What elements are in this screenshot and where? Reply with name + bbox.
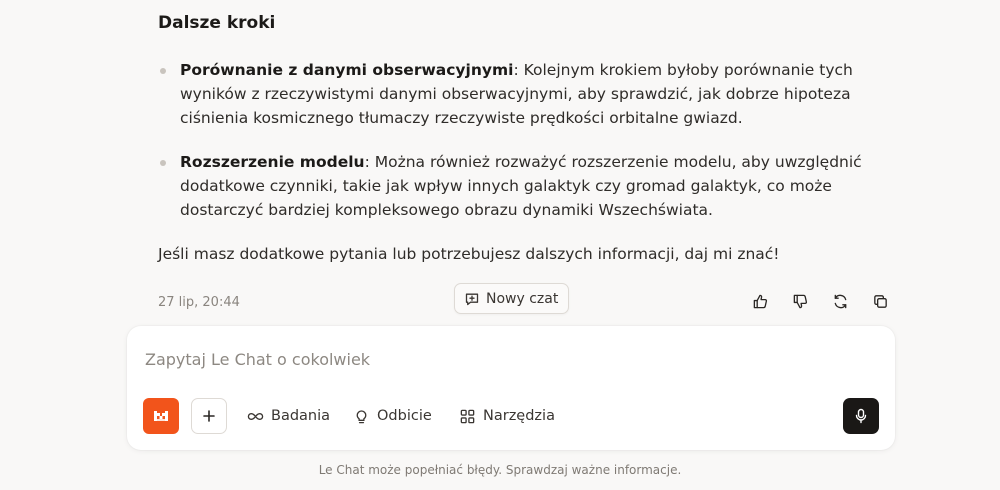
copy-button[interactable] [870, 291, 890, 311]
chat-input[interactable] [145, 346, 865, 372]
bullet-dot [160, 68, 166, 74]
bullet-title: Rozszerzenie modelu [180, 153, 365, 171]
tools-menu-button[interactable]: Narzędzia [459, 398, 555, 434]
tools-label: Narzędzia [483, 408, 555, 424]
mistral-logo-icon [154, 411, 168, 421]
add-attachment-button[interactable] [191, 398, 227, 434]
thumbs-down-button[interactable] [790, 291, 810, 311]
thumbs-up-icon [753, 294, 767, 308]
section-heading: Dalsze kroki [158, 13, 276, 33]
composer-toolbar: Badania Odbicie Narzędzia [143, 398, 879, 434]
grid-icon [460, 409, 475, 423]
chat-page: Dalsze kroki Porównanie z danymi obserwa… [0, 0, 1000, 490]
list-item: Porównanie z danymi obserwacyjnymi: Kole… [158, 58, 888, 130]
thumbs-up-button[interactable] [750, 291, 770, 311]
microphone-icon [855, 408, 867, 424]
thumbs-down-icon [793, 294, 807, 308]
le-chat-logo-button[interactable] [143, 398, 179, 434]
message-timestamp: 27 lip, 20:44 [158, 295, 240, 310]
new-chat-label: Nowy czat [486, 290, 559, 307]
regenerate-icon [834, 294, 846, 308]
research-label: Badania [271, 408, 331, 424]
closing-paragraph: Jeśli masz dodatkowe pytania lub potrzeb… [158, 245, 780, 263]
composer: Badania Odbicie Narzędzia [127, 326, 895, 450]
bullet-dot [160, 160, 166, 166]
lightbulb-icon [356, 409, 367, 423]
bullet-list: Porównanie z danymi obserwacyjnymi: Kole… [158, 58, 888, 222]
disclaimer-text: Le Chat może popełniać błędy. Sprawdzaj … [318, 463, 682, 477]
voice-input-button[interactable] [843, 398, 879, 434]
list-item: Rozszerzenie modelu: Można również rozwa… [158, 150, 888, 222]
copy-icon [873, 294, 887, 308]
message-actions [750, 291, 890, 311]
plus-icon [203, 410, 215, 422]
research-tool-button[interactable]: Badania [247, 398, 330, 434]
reflection-tool-button[interactable]: Odbicie [353, 398, 432, 434]
reflection-label: Odbicie [377, 408, 432, 424]
infinity-icon [247, 412, 264, 420]
regenerate-button[interactable] [830, 291, 850, 311]
new-chat-button[interactable]: Nowy czat [454, 283, 570, 314]
bullet-title: Porównanie z danymi obserwacyjnymi [180, 61, 514, 79]
new-chat-icon [465, 293, 479, 305]
